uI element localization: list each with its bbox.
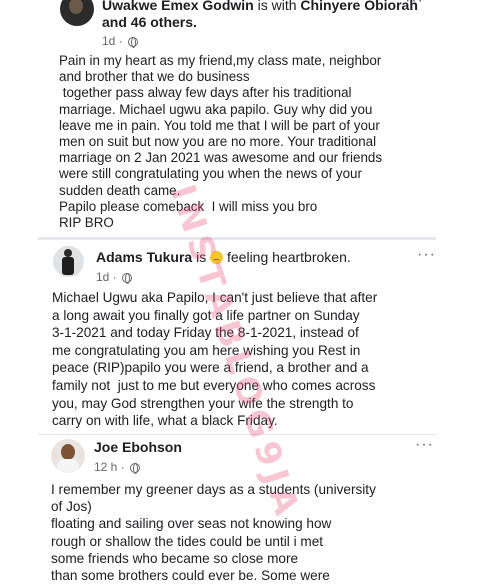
post-time[interactable]: 1d · bbox=[102, 34, 123, 48]
post-card: Joe Ebohson 12 h · ··· I remember my gre… bbox=[38, 435, 436, 584]
post-meta: 1d · bbox=[96, 270, 133, 284]
post-time[interactable]: 1d · bbox=[96, 270, 117, 284]
post-time[interactable]: 12 h · bbox=[94, 460, 125, 474]
post-header-line: Uwakwe Emex Godwin is with Chinyere Obio… bbox=[102, 0, 418, 31]
sad-face-emoji-icon bbox=[210, 251, 224, 264]
post-text: Michael Ugwu aka Papilo, I can't just be… bbox=[52, 290, 378, 429]
with-connector: is with bbox=[253, 0, 301, 13]
globe-icon bbox=[130, 463, 141, 474]
avatar[interactable] bbox=[60, 0, 94, 26]
tagged-others[interactable]: and 46 others. bbox=[102, 14, 197, 30]
author-name[interactable]: Uwakwe Emex Godwin bbox=[102, 0, 254, 13]
post-meta: 1d · bbox=[102, 34, 139, 48]
author-name[interactable]: Joe Ebohson bbox=[94, 439, 182, 455]
avatar[interactable] bbox=[53, 246, 84, 277]
author-name[interactable]: Adams Tukura bbox=[96, 249, 192, 265]
is-connector: is bbox=[192, 249, 211, 265]
more-options-icon[interactable]: ··· bbox=[405, 0, 424, 9]
post-meta: 12 h · bbox=[94, 460, 141, 474]
post-header-line: Joe Ebohson bbox=[94, 439, 182, 456]
post-text: Pain in my heart as my friend,my class m… bbox=[59, 53, 383, 231]
post-header-line: Adams Tukura is feeling heartbroken. bbox=[96, 249, 351, 266]
tagged-name[interactable]: Chinyere Obiorah bbox=[300, 0, 417, 13]
post-card: Uwakwe Emex Godwin is with Chinyere Obio… bbox=[38, 0, 430, 237]
globe-icon bbox=[128, 37, 139, 48]
more-options-icon[interactable]: ··· bbox=[415, 437, 434, 453]
more-options-icon[interactable]: ··· bbox=[417, 247, 436, 263]
post-text: I remember my greener days as a students… bbox=[51, 482, 376, 584]
avatar[interactable] bbox=[51, 439, 85, 473]
post-card: Adams Tukura is feeling heartbroken. 1d … bbox=[38, 240, 436, 435]
feeling-text: feeling heartbroken. bbox=[223, 249, 351, 265]
globe-icon bbox=[122, 273, 133, 284]
